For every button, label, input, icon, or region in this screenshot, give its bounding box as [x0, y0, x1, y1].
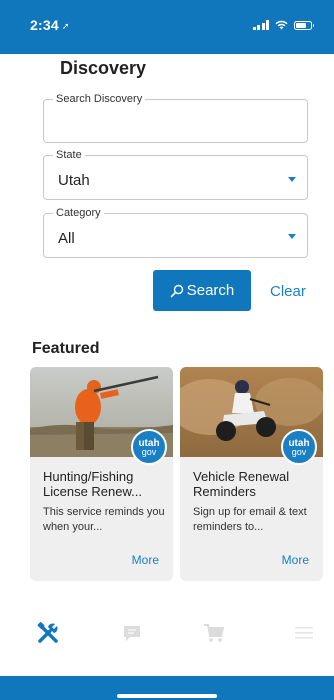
cart-icon [204, 624, 225, 642]
battery-icon [294, 20, 314, 30]
category-select[interactable]: Category All [43, 206, 308, 258]
clock-label: 2:34 [30, 17, 59, 33]
category-label: Category [53, 206, 104, 220]
home-indicator[interactable] [117, 694, 217, 698]
utah-gov-badge: utah gov [281, 429, 317, 465]
utah-gov-badge: utah gov [131, 429, 167, 465]
clear-link[interactable]: Clear [270, 283, 306, 300]
featured-card-vehicle[interactable]: utah gov Vehicle Renewal Reminders Sign … [180, 367, 323, 581]
card-description: Sign up for email & text reminders to... [193, 506, 307, 533]
card-description: This service reminds you when your... [43, 506, 165, 533]
state-value: Utah [58, 172, 90, 189]
tab-menu[interactable] [290, 621, 318, 645]
tab-bar [0, 601, 334, 661]
search-discovery-label: Search Discovery [53, 92, 146, 106]
menu-icon [295, 627, 313, 639]
wifi-icon [275, 20, 288, 30]
location-arrow-icon: ➚ [61, 21, 70, 31]
tools-icon [37, 622, 58, 643]
status-icons [252, 20, 314, 30]
tab-tools[interactable] [34, 621, 62, 645]
status-time: 2:34 ➚ [30, 17, 70, 33]
chevron-down-icon [288, 234, 296, 239]
more-link[interactable]: More [282, 553, 309, 567]
state-label: State [53, 148, 85, 162]
status-bar: 2:34 ➚ [0, 0, 334, 54]
more-link[interactable]: More [132, 553, 159, 567]
search-button-label: Search [186, 282, 235, 299]
featured-heading: Featured [32, 340, 100, 357]
chevron-down-icon [288, 177, 296, 182]
search-button[interactable]: Search [153, 270, 251, 311]
category-value: All [58, 230, 75, 247]
card-title: Vehicle Renewal Reminders [193, 469, 290, 499]
search-discovery-input[interactable]: Search Discovery [43, 92, 308, 143]
search-icon [170, 284, 183, 297]
card-title: Hunting/Fishing License Renew... [43, 469, 143, 499]
featured-card-hunting[interactable]: utah gov Hunting/Fishing License Renew..… [30, 367, 173, 581]
page-title: Discovery [60, 58, 147, 78]
signal-icon [252, 20, 269, 30]
tab-cart[interactable] [200, 621, 228, 645]
tab-messages[interactable] [118, 621, 146, 645]
state-select[interactable]: State Utah [43, 148, 308, 200]
home-indicator-bar [0, 676, 334, 700]
chat-icon [124, 626, 140, 641]
